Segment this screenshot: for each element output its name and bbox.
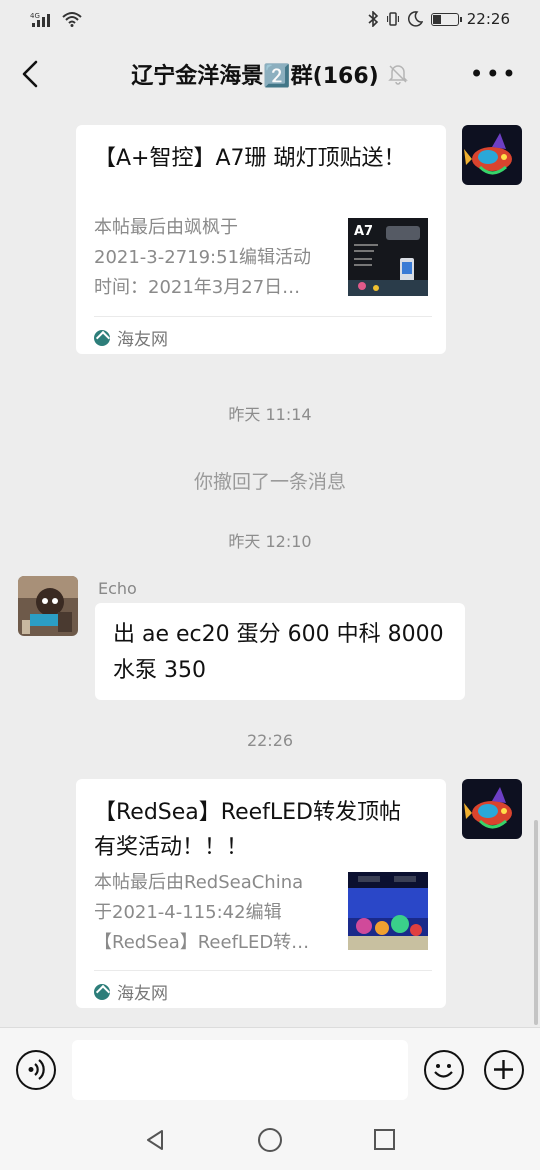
system-nav-bar: [0, 1111, 540, 1170]
message-bubble[interactable]: 出 ae ec20 蛋分 600 中科 8000 水泵 350: [95, 603, 465, 700]
vibrate-icon: [386, 12, 399, 26]
chat-title: 辽宁金洋海景2️⃣群(166): [131, 64, 379, 89]
svg-text:4G: 4G: [30, 12, 40, 20]
svg-text:A7: A7: [354, 224, 373, 239]
bluetooth-icon: [368, 11, 378, 27]
source-site-icon: [94, 329, 110, 346]
recalled-message-notice: 你撤回了一条消息: [193, 471, 346, 493]
plus-icon[interactable]: [484, 1050, 524, 1090]
nav-back-icon[interactable]: [144, 1129, 166, 1151]
link-card-thumbnail: [348, 872, 428, 950]
back-icon[interactable]: [16, 56, 46, 92]
mute-bell-icon: [387, 65, 408, 85]
chat-scrollbar[interactable]: [534, 820, 538, 1025]
link-card-description: 本帖最后由RedSeaChina 于2021-4-115:42编辑 【RedSe…: [94, 872, 310, 953]
input-bar: [0, 1027, 540, 1111]
battery-icon: [430, 12, 462, 26]
my-avatar[interactable]: [462, 125, 522, 185]
more-options-icon[interactable]: •••: [470, 62, 518, 86]
voice-input-icon[interactable]: [16, 1050, 56, 1090]
message-input[interactable]: [72, 1040, 408, 1100]
chat-header: 辽宁金洋海景2️⃣群(166) •••: [0, 38, 540, 110]
timestamp: 22:26: [246, 731, 294, 750]
link-card-description: 本帖最后由飒枫于 2021-3-2719:51编辑活动 时间：2021年3月27…: [94, 217, 312, 298]
status-time: 22:26: [466, 10, 510, 28]
my-avatar[interactable]: [462, 779, 522, 839]
moon-icon: [407, 11, 423, 27]
wifi-icon: [62, 12, 82, 27]
signal-icon: 4G: [30, 12, 50, 27]
sender-name: Echo: [98, 579, 137, 598]
link-card-redsea[interactable]: 【RedSea】ReefLED转发顶帖有奖活动！！！ 本帖最后由RedSeaCh…: [76, 779, 446, 1008]
echo-avatar[interactable]: [18, 576, 78, 636]
link-source: 海友网: [94, 325, 168, 350]
source-site-icon: [94, 983, 110, 1000]
link-source: 海友网: [94, 979, 168, 1004]
status-bar: 4G 22:26: [0, 0, 540, 38]
nav-home-icon[interactable]: [258, 1128, 282, 1152]
timestamp: 昨天 11:14: [228, 405, 312, 424]
timestamp: 昨天 12:10: [228, 532, 312, 551]
link-card-a7[interactable]: 【A+智控】A7珊 瑚灯顶贴送！ 本帖最后由飒枫于 2021-3-2719:51…: [76, 125, 446, 354]
link-card-title: 【A+智控】A7珊 瑚灯顶贴送！: [94, 146, 406, 171]
nav-recents-icon[interactable]: [374, 1129, 395, 1150]
link-card-thumbnail: A7: [348, 218, 428, 296]
emoji-icon[interactable]: [424, 1050, 464, 1090]
link-card-title: 【RedSea】ReefLED转发顶帖有奖活动！！！: [94, 800, 401, 860]
